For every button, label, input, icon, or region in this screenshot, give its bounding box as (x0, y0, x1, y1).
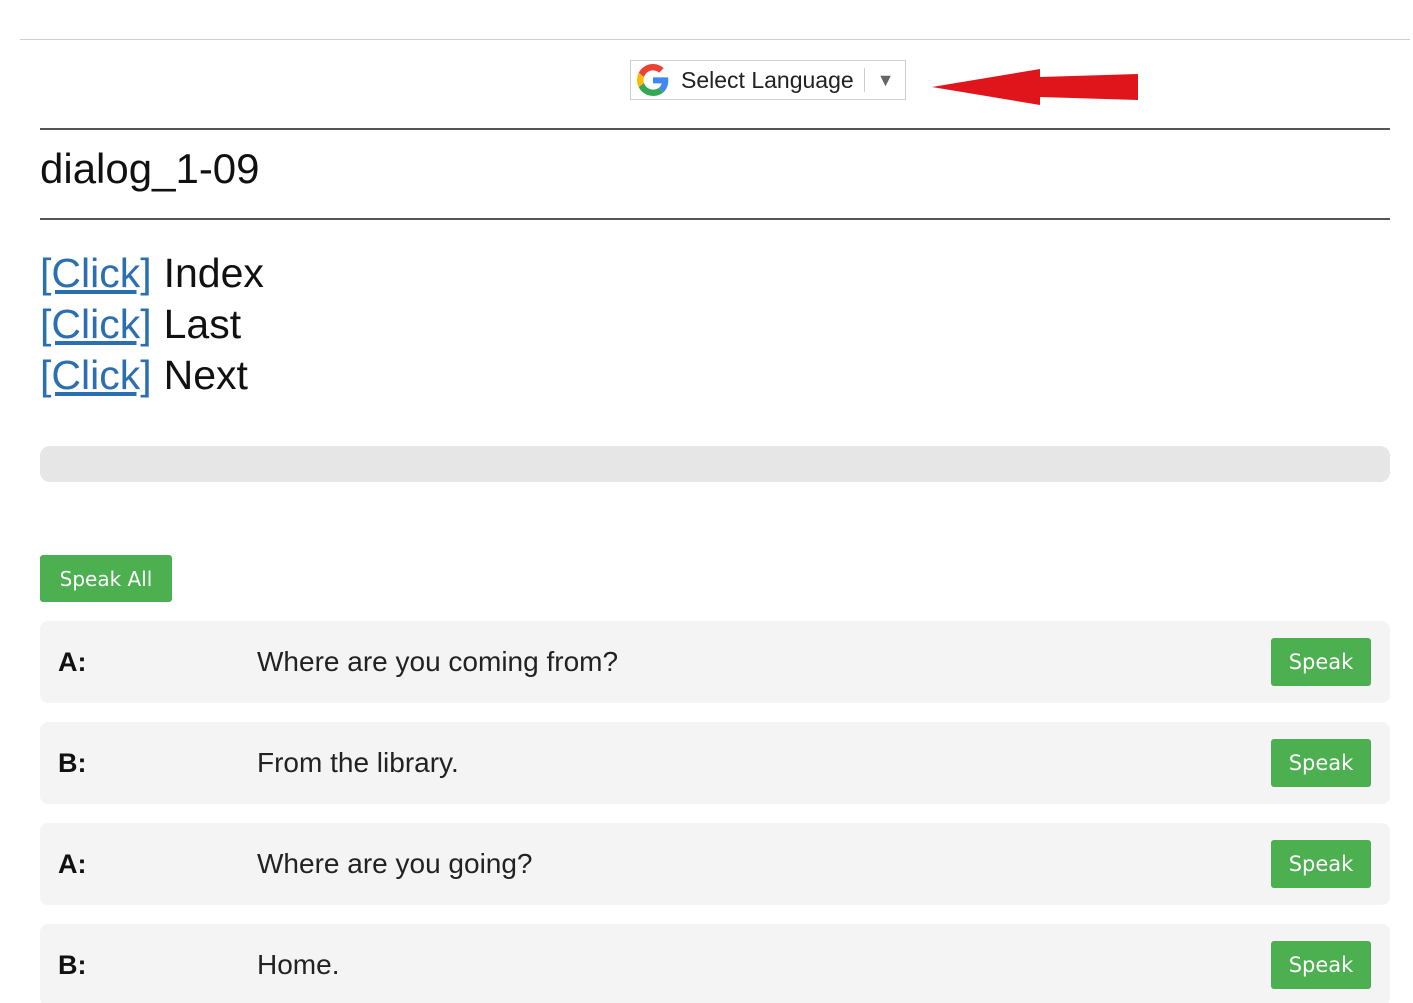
google-g-icon (636, 63, 670, 97)
nav-links: [Click] Index [Click] Last [Click] Next (40, 248, 264, 401)
nav-item-index: [Click] Index (40, 248, 264, 299)
dialog-row: B: From the library. Speak (40, 722, 1390, 804)
selector-separator (863, 68, 865, 92)
top-divider (20, 39, 1410, 40)
speak-all-button[interactable]: Speak All (40, 555, 172, 602)
speaker-label: B: (58, 950, 87, 980)
progress-bar (40, 446, 1390, 482)
dialog-line-text: From the library. (257, 747, 459, 778)
select-language-label: Select Language (681, 66, 854, 93)
page-title: dialog_1-09 (40, 145, 260, 192)
nav-label-index: Index (163, 250, 264, 296)
browser-top-strip (0, 0, 1413, 10)
speaker-label: B: (58, 748, 87, 778)
speak-button[interactable]: Speak (1271, 840, 1371, 888)
speak-button[interactable]: Speak (1271, 739, 1371, 787)
dialog-row: A: Where are you going? Speak (40, 823, 1390, 905)
dialog-line-text: Home. (257, 949, 340, 980)
speak-button[interactable]: Speak (1271, 638, 1371, 686)
last-link[interactable]: [Click] (40, 301, 152, 347)
dialog-line-text: Where are you coming from? (257, 646, 619, 677)
nav-label-last: Last (163, 301, 242, 347)
dialog-row: B: Home. Speak (40, 924, 1390, 1003)
nav-item-last: [Click] Last (40, 299, 264, 350)
speaker-label: A: (58, 647, 87, 677)
speak-button[interactable]: Speak (1271, 941, 1371, 989)
dialog-row: A: Where are you coming from? Speak (40, 621, 1390, 703)
title-bottom-rule (40, 218, 1390, 220)
nav-item-next: [Click] Next (40, 350, 264, 401)
dialog-list: A: Where are you coming from? Speak B: F… (40, 621, 1390, 1003)
index-link[interactable]: [Click] (40, 250, 152, 296)
page: Select Language ▼ dialog_1-09 [Click] Ind… (0, 0, 1413, 1003)
title-top-rule (40, 128, 1390, 130)
dialog-line-text: Where are you going? (257, 848, 533, 879)
chevron-down-icon[interactable]: ▼ (877, 70, 895, 91)
red-arrow-icon (932, 69, 1138, 105)
nav-label-next: Next (163, 352, 248, 398)
speaker-label: A: (58, 849, 87, 879)
next-link[interactable]: [Click] (40, 352, 152, 398)
language-selector[interactable]: Select Language ▼ (630, 60, 906, 100)
